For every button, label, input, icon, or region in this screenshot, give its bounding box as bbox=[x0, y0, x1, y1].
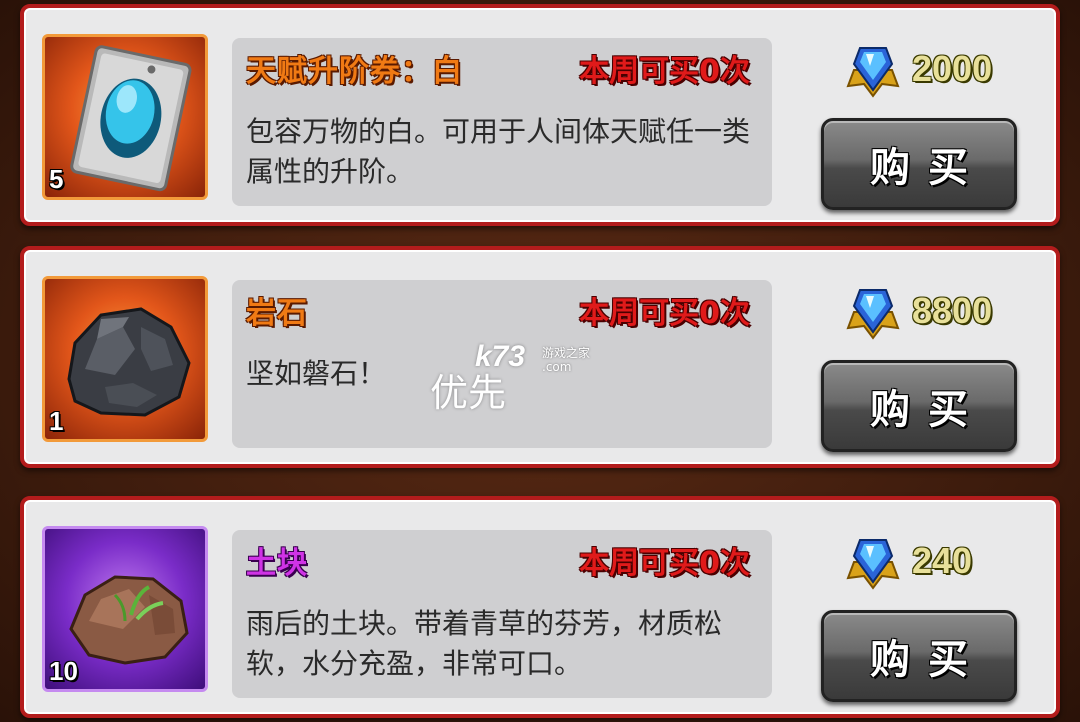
item-description-box: 土块 本周可买0次 雨后的土块。带着青草的芬芳，材质松软，水分充盈，非常可口。 bbox=[232, 530, 772, 698]
weekly-limit: 本周可买0次 bbox=[579, 296, 750, 331]
item-description: 坚如磐石！ bbox=[246, 357, 387, 390]
item-count: 5 bbox=[49, 164, 64, 194]
shop-item-card: 1 岩石 本周可买0次 坚如磐石！ 8800 购买 bbox=[20, 246, 1060, 468]
price-row: 8800 bbox=[844, 282, 1024, 342]
buy-button[interactable]: 购买 bbox=[821, 118, 1017, 210]
buy-button[interactable]: 购买 bbox=[821, 610, 1017, 702]
shop-item-card: 5 天赋升阶券：白 本周可买0次 包容万物的白。可用于人间体天赋任一类属性的升阶… bbox=[20, 4, 1060, 226]
blue-gem-icon bbox=[846, 539, 900, 590]
blue-gem-icon bbox=[846, 47, 900, 98]
item-price: 2000 bbox=[912, 48, 993, 89]
blue-gem-icon bbox=[846, 289, 900, 340]
item-count: 10 bbox=[49, 656, 78, 686]
weekly-limit: 本周可买0次 bbox=[579, 54, 750, 89]
item-price: 240 bbox=[912, 540, 973, 581]
rock-icon bbox=[67, 307, 191, 417]
item-icon-frame: 5 bbox=[42, 34, 208, 200]
talent-ticket-icon bbox=[70, 45, 192, 192]
item-name: 岩石 bbox=[246, 296, 308, 331]
buy-button-label: 购买 bbox=[870, 145, 986, 191]
price-row: 240 bbox=[844, 532, 1024, 592]
item-icon-frame: 10 bbox=[42, 526, 208, 692]
shop-item-card: 10 土块 本周可买0次 雨后的土块。带着青草的芬芳，材质松软，水分充盈，非常可… bbox=[20, 496, 1060, 718]
item-icon-frame: 1 bbox=[42, 276, 208, 442]
item-name: 土块 bbox=[246, 546, 308, 581]
item-name: 天赋升阶券：白 bbox=[246, 54, 463, 89]
buy-button-label: 购买 bbox=[870, 637, 986, 683]
price-row: 2000 bbox=[844, 40, 1024, 100]
item-description: 雨后的土块。带着青草的芬芳，材质松软，水分充盈，非常可口。 bbox=[246, 607, 723, 680]
item-description-box: 岩石 本周可买0次 坚如磐石！ bbox=[232, 280, 772, 448]
item-count: 1 bbox=[49, 406, 64, 436]
buy-button[interactable]: 购买 bbox=[821, 360, 1017, 452]
item-description: 包容万物的白。可用于人间体天赋任一类属性的升阶。 bbox=[246, 115, 751, 188]
item-description-box: 天赋升阶券：白 本周可买0次 包容万物的白。可用于人间体天赋任一类属性的升阶。 bbox=[232, 38, 772, 206]
item-price: 8800 bbox=[912, 290, 993, 331]
buy-button-label: 购买 bbox=[870, 387, 986, 433]
weekly-limit: 本周可买0次 bbox=[579, 546, 750, 581]
